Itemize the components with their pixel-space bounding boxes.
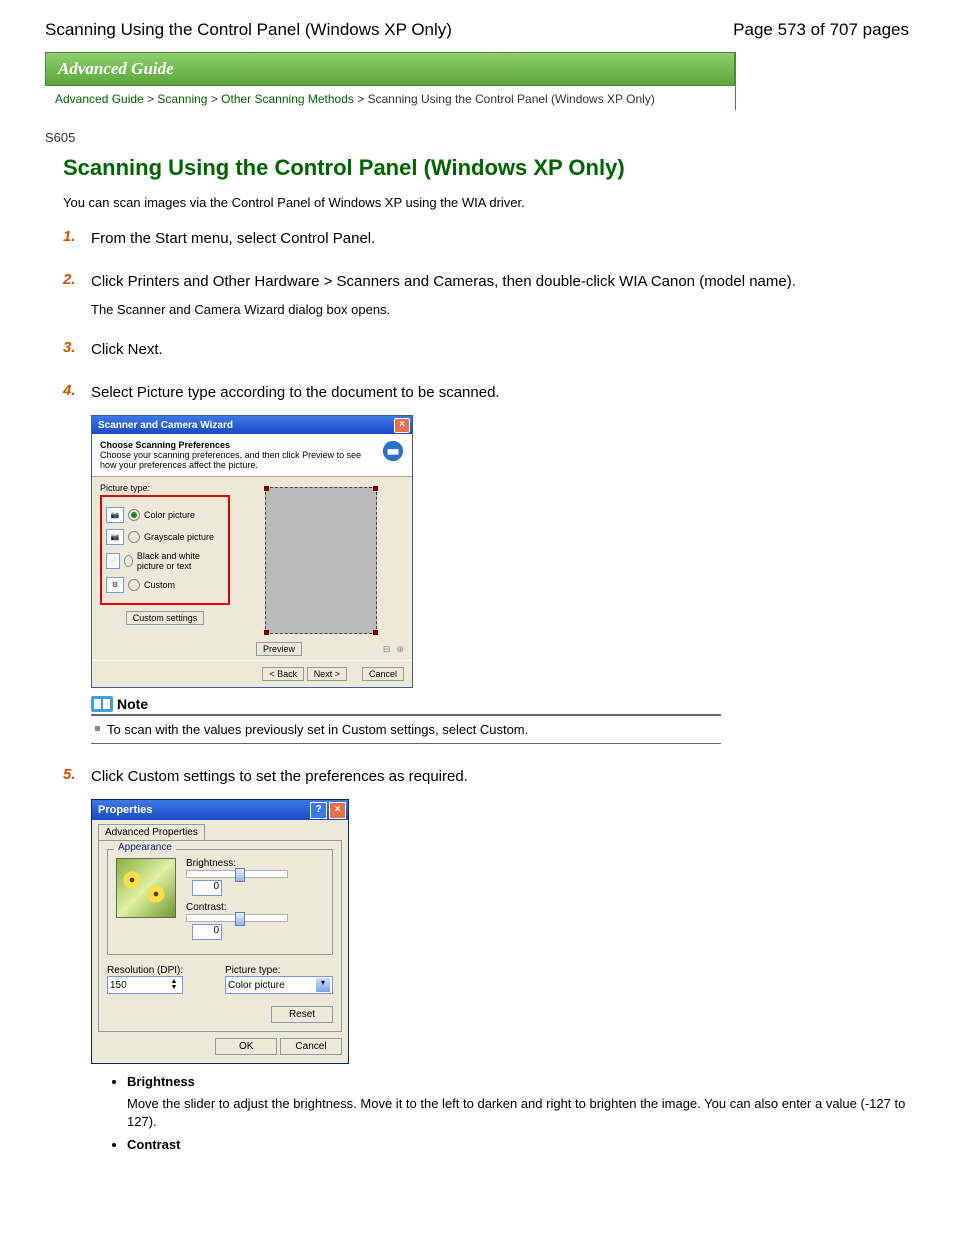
- crop-handle-icon[interactable]: [373, 486, 378, 491]
- color-picture-icon: 📷: [106, 507, 124, 523]
- ok-button[interactable]: OK: [215, 1038, 277, 1055]
- brightness-slider[interactable]: [186, 870, 288, 878]
- wizard-titlebar: Scanner and Camera Wizard ×: [92, 416, 412, 434]
- tab-advanced-properties[interactable]: Advanced Properties: [98, 824, 205, 840]
- note-body-text: To scan with the values previously set i…: [107, 722, 528, 737]
- breadcrumb-other-methods[interactable]: Other Scanning Methods: [221, 92, 354, 106]
- radio-bw-label: Black and white picture or text: [137, 551, 224, 571]
- intro-text: You can scan images via the Control Pane…: [63, 195, 909, 210]
- resolution-spinner[interactable]: 150 ▲▼: [107, 976, 183, 994]
- close-icon[interactable]: ×: [329, 802, 346, 819]
- note-block: Note To scan with the values previously …: [91, 696, 721, 744]
- step-1-title: From the Start menu, select Control Pane…: [91, 228, 909, 249]
- bullet-icon: [95, 726, 100, 731]
- step-3-number: 3.: [63, 339, 76, 356]
- breadcrumb: Advanced Guide > Scanning > Other Scanni…: [45, 86, 735, 110]
- breadcrumb-scanning[interactable]: Scanning: [157, 92, 207, 106]
- appearance-thumbnail: [116, 858, 176, 918]
- bw-picture-icon: 📄: [106, 553, 120, 569]
- scanner-icon: [382, 440, 404, 462]
- scanner-wizard-dialog: Scanner and Camera Wizard × Choose Scann…: [91, 415, 413, 688]
- zoom-in-icon[interactable]: ⊕: [396, 644, 404, 655]
- grayscale-picture-icon: 📷: [106, 529, 124, 545]
- custom-settings-button[interactable]: Custom settings: [126, 611, 205, 625]
- properties-cancel-button[interactable]: Cancel: [280, 1038, 342, 1055]
- radio-icon: [128, 509, 140, 521]
- step-4-title: Select Picture type according to the doc…: [91, 382, 909, 403]
- preview-button[interactable]: Preview: [256, 642, 302, 656]
- radio-bw-picture[interactable]: 📄 Black and white picture or text: [106, 551, 224, 571]
- properties-titlebar: Properties ? ×: [92, 800, 348, 820]
- wizard-header-desc: Choose your scanning preferences, and th…: [100, 450, 376, 470]
- wizard-title: Scanner and Camera Wizard: [98, 420, 233, 431]
- step-2-number: 2.: [63, 271, 76, 288]
- radio-color-label: Color picture: [144, 510, 195, 520]
- picture-type-highlight: 📷 Color picture 📷 Grayscale picture: [100, 495, 230, 605]
- brightness-value-input[interactable]: 0: [192, 880, 222, 896]
- properties-title: Properties: [98, 804, 152, 816]
- preview-area[interactable]: [265, 487, 377, 634]
- breadcrumb-root[interactable]: Advanced Guide: [55, 92, 144, 106]
- resolution-value: 150: [110, 980, 127, 991]
- wizard-header-title: Choose Scanning Preferences: [100, 440, 376, 450]
- page-indicator: Page 573 of 707 pages: [733, 20, 909, 40]
- step-5-title: Click Custom settings to set the prefere…: [91, 766, 909, 787]
- crop-handle-icon[interactable]: [264, 630, 269, 635]
- close-icon[interactable]: ×: [394, 418, 410, 433]
- picture-type-label: Picture type:: [100, 483, 230, 493]
- radio-icon: [124, 555, 133, 567]
- picture-type-select[interactable]: Color picture ▾: [225, 976, 333, 994]
- properties-dialog: Properties ? × Advanced Properties Appea…: [91, 799, 349, 1064]
- contrast-slider[interactable]: [186, 914, 288, 922]
- crop-handle-icon[interactable]: [373, 630, 378, 635]
- spinner-arrows-icon[interactable]: ▲▼: [168, 979, 180, 991]
- page-header-title: Scanning Using the Control Panel (Window…: [45, 20, 452, 40]
- radio-icon: [128, 531, 140, 543]
- step-4-number: 4.: [63, 382, 76, 399]
- help-icon[interactable]: ?: [310, 802, 327, 819]
- radio-custom-label: Custom: [144, 580, 175, 590]
- picture-type-label-2: Picture type:: [225, 965, 333, 976]
- note-icon: [91, 696, 113, 712]
- reset-button[interactable]: Reset: [271, 1006, 333, 1023]
- radio-grayscale-picture[interactable]: 📷 Grayscale picture: [106, 529, 224, 545]
- brightness-label: Brightness:: [186, 858, 324, 869]
- radio-custom[interactable]: ⚙ Custom: [106, 577, 224, 593]
- chevron-down-icon[interactable]: ▾: [316, 978, 330, 992]
- breadcrumb-current: Scanning Using the Control Panel (Window…: [368, 92, 655, 106]
- resolution-label: Resolution (DPI):: [107, 965, 215, 976]
- step-2-title: Click Printers and Other Hardware > Scan…: [91, 271, 909, 292]
- step-3-title: Click Next.: [91, 339, 909, 360]
- picture-type-value: Color picture: [228, 980, 316, 991]
- definition-brightness-title: Brightness: [127, 1074, 909, 1089]
- breadcrumb-sep-3: >: [357, 92, 367, 106]
- appearance-legend: Appearance: [114, 842, 176, 853]
- back-button[interactable]: < Back: [262, 667, 304, 681]
- note-title: Note: [117, 696, 148, 712]
- cancel-button[interactable]: Cancel: [362, 667, 404, 681]
- definition-contrast-title: Contrast: [127, 1137, 909, 1152]
- step-1-number: 1.: [63, 228, 76, 245]
- guide-banner: Advanced Guide: [45, 52, 735, 86]
- radio-color-picture[interactable]: 📷 Color picture: [106, 507, 224, 523]
- slider-thumb-icon[interactable]: [235, 868, 245, 882]
- breadcrumb-sep-2: >: [211, 92, 221, 106]
- radio-icon: [128, 579, 140, 591]
- zoom-out-icon[interactable]: ⊟: [383, 644, 391, 655]
- radio-grayscale-label: Grayscale picture: [144, 532, 214, 542]
- slider-thumb-icon[interactable]: [235, 912, 245, 926]
- document-id: S605: [45, 130, 909, 145]
- page-title: Scanning Using the Control Panel (Window…: [63, 155, 909, 181]
- step-5-number: 5.: [63, 766, 76, 783]
- custom-icon: ⚙: [106, 577, 124, 593]
- crop-handle-icon[interactable]: [264, 486, 269, 491]
- contrast-value-input[interactable]: 0: [192, 924, 222, 940]
- breadcrumb-sep-1: >: [147, 92, 157, 106]
- next-button[interactable]: Next >: [307, 667, 347, 681]
- contrast-label: Contrast:: [186, 902, 324, 913]
- step-2-desc: The Scanner and Camera Wizard dialog box…: [91, 302, 909, 317]
- definition-brightness-body: Move the slider to adjust the brightness…: [127, 1095, 909, 1131]
